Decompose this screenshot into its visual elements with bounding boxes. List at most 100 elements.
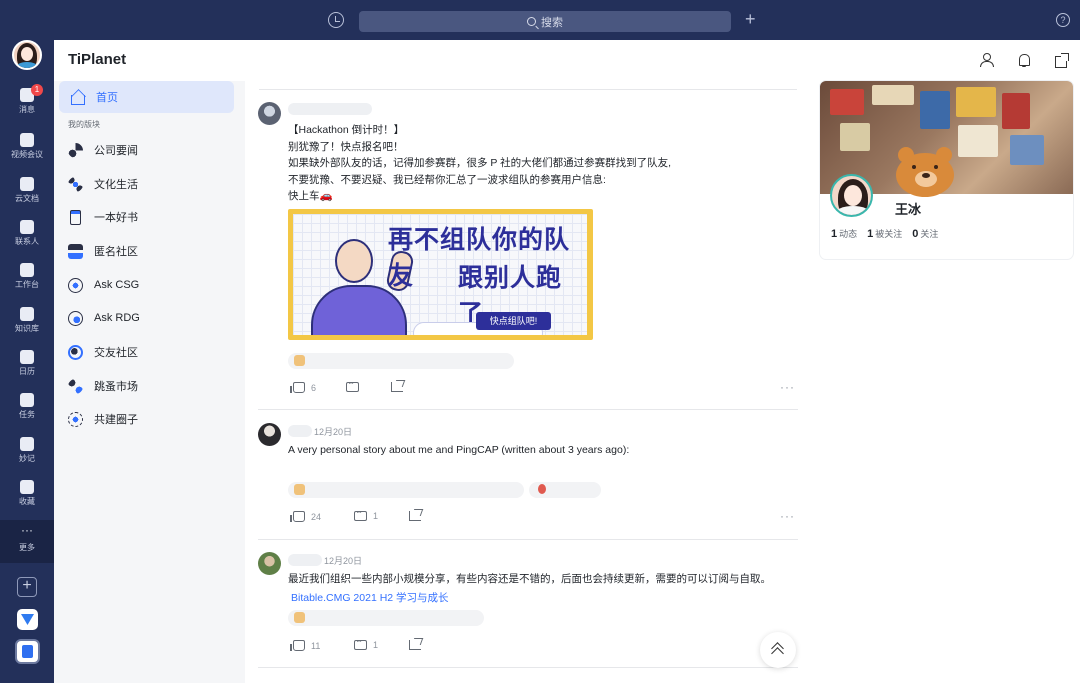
rss-icon [68, 142, 83, 158]
title-bar: 搜索 + ? [0, 0, 1080, 40]
sidebar-item-company-news[interactable]: 公司要闻 [68, 142, 138, 158]
nav-label: 任务 [19, 410, 35, 419]
sidebar-item-culture[interactable]: 文化生活 [68, 176, 138, 192]
comment-icon [354, 508, 367, 521]
reaction-emoji-icon [294, 612, 305, 623]
sidebar-item-label: Ask CSG [94, 279, 140, 291]
sidebar-item-label: 交友社区 [94, 347, 138, 359]
share-icon [391, 382, 403, 392]
home-icon [69, 89, 86, 105]
nav-contacts[interactable]: 联系人 [0, 220, 54, 247]
like-icon [290, 640, 305, 651]
nav-docs[interactable]: 云文档 [0, 177, 54, 204]
plus-icon[interactable]: + [745, 9, 756, 30]
app-nav: 1 消息 视频会议 云文档 联系人 工作台 知识库 日历 任务 妙记 收藏 ··… [0, 40, 54, 683]
share-button[interactable] [409, 511, 421, 521]
nav-label: 知识库 [15, 324, 39, 333]
author-name[interactable] [288, 425, 312, 437]
nav-label: 日历 [19, 367, 35, 376]
like-count: 24 [311, 511, 322, 522]
reaction-bar[interactable] [529, 482, 601, 498]
comment-button[interactable] [346, 379, 365, 392]
nav-label: 更多 [19, 543, 35, 552]
sidebar-item-social[interactable]: 交友社区 [68, 344, 138, 360]
nav-label: 消息 [19, 105, 35, 114]
stat-followers[interactable]: 1 被关注 [867, 227, 902, 240]
sidebar-item-market[interactable]: 跳蚤市场 [68, 378, 138, 394]
nav-calendar[interactable]: 日历 [0, 350, 54, 377]
more-icon[interactable]: ··· [780, 380, 795, 394]
comment-icon [354, 637, 367, 650]
minutes-icon [20, 437, 34, 451]
workplace-icon [20, 263, 34, 277]
nav-messages[interactable]: 1 消息 [0, 84, 54, 115]
reaction-emoji-icon [294, 484, 305, 495]
comment-button[interactable]: 1 [354, 637, 379, 650]
reaction-emoji-icon [294, 355, 305, 366]
profile-card: 王冰 1 动态 1 被关注 0 关注 [820, 81, 1073, 259]
nav-minutes[interactable]: 妙记 [0, 437, 54, 464]
avatar[interactable] [258, 552, 281, 575]
share-button[interactable] [409, 640, 421, 650]
task-icon [20, 393, 34, 407]
sidebar-item-label: 文化生活 [94, 179, 138, 191]
comment-button[interactable]: 1 [354, 508, 378, 521]
author-name[interactable] [288, 554, 322, 566]
reaction-bar[interactable] [288, 482, 524, 498]
ask-rdg-icon [68, 310, 83, 326]
nav-video-meeting[interactable]: 视频会议 [0, 133, 54, 160]
sidebar: 首页 我的版块 公司要闻 文化生活 一本好书 匿名社区 Ask CSG Ask … [54, 81, 245, 683]
reaction-bar[interactable] [288, 353, 514, 369]
star-icon [20, 480, 34, 494]
like-button[interactable]: 6 [290, 382, 316, 393]
new-window-icon[interactable] [1055, 53, 1069, 68]
like-button[interactable]: 11 [290, 640, 320, 651]
help-icon[interactable]: ? [1056, 13, 1070, 27]
post-image[interactable]: 再不组队你的队友 跟别人跑了 快点组队吧! [288, 209, 593, 340]
anonymous-icon [68, 243, 83, 259]
nav-label: 工作台 [15, 280, 39, 289]
bitable-link[interactable]: Bitable.CMG 2021 H2 学习与成长 [291, 590, 449, 605]
share-button[interactable] [391, 382, 403, 392]
sidebar-item-ask-rdg[interactable]: Ask RDG [68, 310, 140, 326]
sidebar-item-book[interactable]: 一本好书 [68, 209, 138, 225]
nav-workplace[interactable]: 工作台 [0, 263, 54, 290]
unread-badge: 1 [31, 84, 43, 96]
comment-icon [346, 379, 359, 392]
my-avatar[interactable] [12, 40, 42, 70]
stat-posts[interactable]: 1 动态 [831, 227, 857, 240]
sidebar-item-home[interactable]: 首页 [59, 81, 234, 113]
stat-following[interactable]: 0 关注 [912, 227, 938, 240]
sidebar-item-anonymous[interactable]: 匿名社区 [68, 243, 138, 259]
calendar-icon [20, 350, 34, 364]
avatar[interactable] [258, 102, 281, 125]
avatar[interactable] [258, 423, 281, 446]
like-button[interactable]: 24 [290, 511, 322, 522]
divider [259, 89, 797, 90]
app-shortcut-icon[interactable] [17, 609, 38, 630]
user-icon[interactable] [979, 53, 994, 67]
sidebar-item-ask-csg[interactable]: Ask CSG [68, 277, 139, 293]
nav-more[interactable]: ··· 更多 [0, 520, 54, 563]
nav-favorites[interactable]: 收藏 [0, 480, 54, 507]
scroll-to-top-button[interactable] [760, 632, 796, 668]
app-shortcut-icon[interactable] [15, 639, 40, 664]
feed: 【Hackathon 倒计时！】 别犹豫了！快点报名吧！ 如果缺外部队友的话，记… [246, 81, 808, 683]
search-icon [527, 17, 536, 26]
history-icon[interactable] [328, 12, 344, 28]
add-app-icon[interactable]: + [17, 577, 37, 597]
nav-tasks[interactable]: 任务 [0, 393, 54, 420]
post-date: 12月20日 [324, 556, 363, 566]
post-text: 【Hackathon 倒计时！】 别犹豫了！快点报名吧！ 如果缺外部队友的话，记… [288, 124, 672, 202]
rose-icon [538, 484, 546, 494]
bell-icon[interactable] [1017, 53, 1031, 67]
sidebar-item-circle[interactable]: 共建圈子 [68, 411, 138, 427]
banner-cta: 快点组队吧! [476, 312, 551, 330]
author-name[interactable] [288, 103, 372, 115]
search-input[interactable]: 搜索 [359, 11, 731, 32]
more-icon[interactable]: ··· [780, 509, 795, 523]
nav-wiki[interactable]: 知识库 [0, 307, 54, 334]
comment-count: 1 [373, 640, 379, 650]
profile-avatar[interactable] [830, 174, 873, 217]
reaction-bar[interactable] [288, 610, 484, 626]
